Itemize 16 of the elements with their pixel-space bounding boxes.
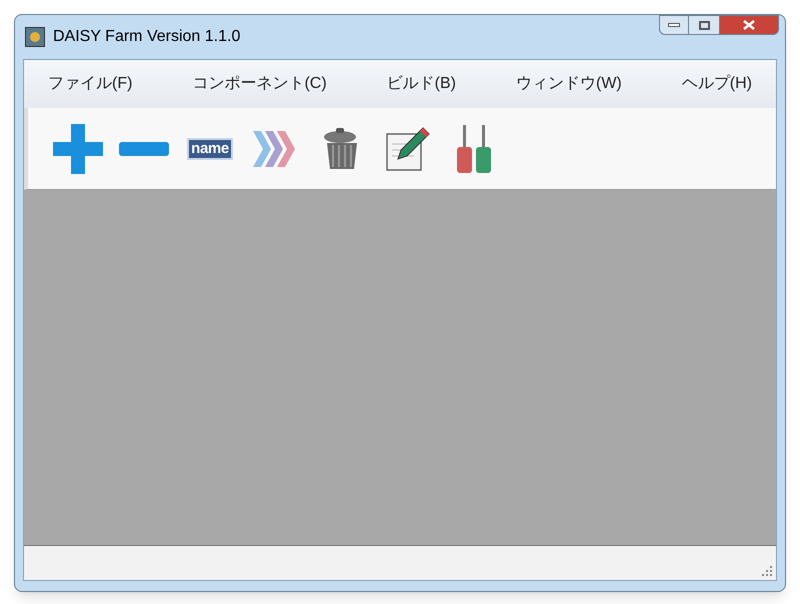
menu-item[interactable]: コンポーネント(C)	[188, 72, 331, 96]
app-logo-icon	[25, 27, 45, 47]
menu-item[interactable]: ヘルプ(H)	[678, 72, 756, 96]
rename-button[interactable]: name	[180, 118, 240, 178]
maximize-button[interactable]	[689, 15, 719, 35]
menu-item[interactable]: ファイル(F)	[44, 72, 136, 96]
plus-icon	[51, 122, 105, 176]
window-title: DAISY Farm Version 1.1.0	[53, 27, 240, 47]
menu-item[interactable]: ウィンドウ(W)	[512, 72, 626, 96]
minimize-button[interactable]	[659, 15, 689, 35]
minus-icon	[118, 140, 170, 156]
close-icon	[743, 20, 755, 30]
menu-item[interactable]: ビルド(B)	[382, 72, 460, 96]
close-button[interactable]	[719, 15, 779, 35]
name-label-icon: name	[187, 138, 233, 160]
resize-grip-icon	[761, 565, 773, 577]
